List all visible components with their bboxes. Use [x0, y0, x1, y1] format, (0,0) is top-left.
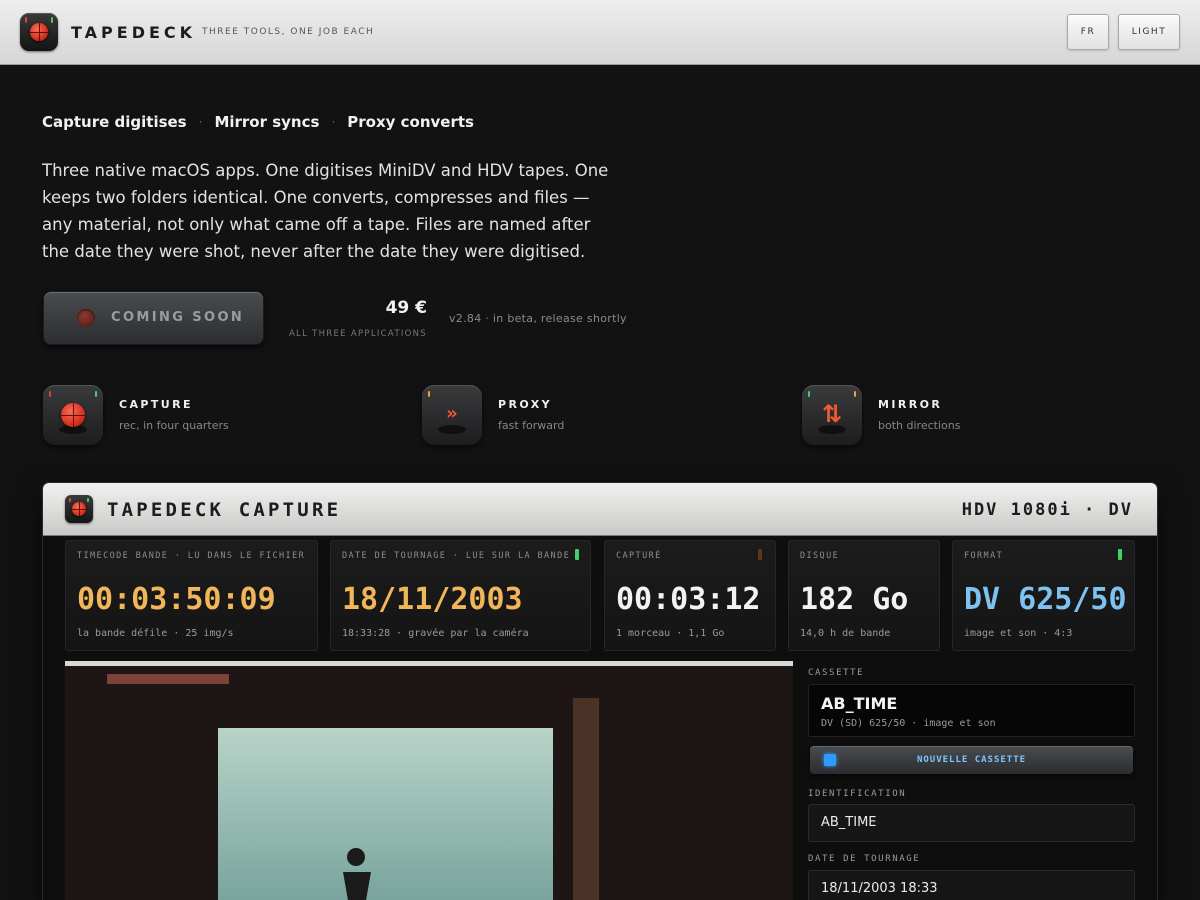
tapedeck-logo-icon[interactable]	[20, 13, 58, 51]
format-value: DV 625/50	[964, 582, 1127, 617]
cassette-info: AB_TIME DV (SD) 625/50 · image et son	[808, 684, 1135, 737]
version-info: v2.84 · in beta, release shortly	[449, 312, 627, 325]
shoot-date-field-value: 18/11/2003 18:33	[821, 881, 938, 896]
panel-label: FORMAT	[964, 551, 1004, 561]
panel-label: DISQUE	[800, 551, 840, 561]
shoot-date-value: 18/11/2003	[342, 582, 523, 617]
nav-item-capture[interactable]: Capture digitises	[42, 113, 187, 131]
separator-dot: ·	[331, 115, 336, 129]
red-led-icon	[69, 498, 71, 502]
green-led-icon	[575, 549, 579, 560]
nav-item-proxy[interactable]: Proxy converts	[347, 113, 474, 131]
app-name: PROXY	[498, 398, 552, 411]
red-led-icon	[49, 391, 51, 397]
coming-soon-label: COMING SOON	[111, 310, 245, 325]
panel-label: CAPTURÉ	[616, 551, 662, 561]
panel-sub: 1 morceau · 1,1 Go	[616, 628, 725, 639]
intro-paragraph: Three native macOS apps. One digitises M…	[42, 161, 609, 261]
capture-app-icon	[43, 385, 103, 445]
app-description: rec, in four quarters	[119, 419, 229, 432]
green-led-icon	[808, 391, 810, 397]
green-led-icon	[95, 391, 97, 397]
brand-tagline: THREE TOOLS, ONE JOB EACH	[202, 27, 375, 37]
green-led-icon	[51, 17, 53, 23]
mirror-app-icon: ⇅	[802, 385, 862, 445]
capture-logo-icon	[65, 495, 93, 523]
price-note: ALL THREE APPLICATIONS	[288, 329, 427, 339]
language-button[interactable]: FR	[1067, 14, 1109, 50]
window-format: HDV 1080i · DV	[961, 500, 1133, 520]
record-reticle-icon	[72, 502, 86, 516]
separator-dot: ·	[198, 115, 203, 129]
app-name: MIRROR	[878, 398, 943, 411]
orange-led-icon	[428, 391, 430, 397]
identification-field[interactable]: AB_TIME	[808, 804, 1135, 842]
orange-led-icon	[854, 391, 856, 397]
panel-sub: 14,0 h de bande	[800, 628, 891, 639]
shoot-date-field[interactable]: 18/11/2003 18:33	[808, 870, 1135, 900]
theme-toggle-button[interactable]: LIGHT	[1118, 14, 1180, 50]
app-name: CAPTURE	[119, 398, 193, 411]
video-frame-illustration	[107, 674, 599, 900]
red-led-icon	[25, 17, 27, 23]
panel-sub: la bande défile · 25 img/s	[77, 628, 234, 639]
captured-panel: CAPTURÉ 00:03:12 1 morceau · 1,1 Go	[604, 540, 776, 651]
proxy-app-icon: »	[422, 385, 482, 445]
panel-label: TIMECODE BANDE · LU DANS LE FICHIER	[77, 551, 306, 561]
panel-sub: 18:33:28 · gravée par la caméra	[342, 628, 529, 639]
cassette-meta: DV (SD) 625/50 · image et son	[821, 718, 996, 729]
capture-app-window: TAPEDECK CAPTURE HDV 1080i · DV TIMECODE…	[43, 483, 1157, 900]
format-panel: FORMAT DV 625/50 image et son · 4:3	[952, 540, 1135, 651]
new-cassette-button[interactable]: NOUVELLE CASSETTE	[810, 746, 1133, 774]
identification-label: IDENTIFICATION	[808, 789, 907, 799]
amber-led-icon	[758, 549, 762, 560]
brand-name[interactable]: TAPEDECK	[71, 23, 196, 42]
window-title: TAPEDECK CAPTURE	[107, 499, 342, 521]
captured-value: 00:03:12	[616, 582, 761, 617]
disk-panel: DISQUE 182 Go 14,0 h de bande	[788, 540, 940, 651]
cassette-name: AB_TIME	[821, 694, 898, 713]
app-description: both directions	[878, 419, 961, 432]
record-reticle-icon	[61, 403, 85, 427]
identification-value: AB_TIME	[821, 815, 877, 830]
app-proxy[interactable]: » PROXY fast forward	[422, 385, 722, 445]
product-summary-nav: Capture digitises · Mirror syncs · Proxy…	[42, 112, 474, 132]
cassette-label: CASSETTE	[808, 668, 865, 678]
timecode-panel: TIMECODE BANDE · LU DANS LE FICHIER 00:0…	[65, 540, 318, 651]
record-reticle-icon	[30, 23, 48, 41]
app-mirror[interactable]: ⇅ MIRROR both directions	[802, 385, 1102, 445]
top-bar: TAPEDECK THREE TOOLS, ONE JOB EACH FR LI…	[0, 0, 1200, 65]
icon-shadow	[438, 425, 466, 434]
panel-label: DATE DE TOURNAGE · LUE SUR LA BANDE	[342, 551, 571, 561]
green-led-icon	[1118, 549, 1122, 560]
green-led-icon	[87, 498, 89, 502]
record-led-icon	[77, 309, 95, 327]
nav-item-mirror[interactable]: Mirror syncs	[214, 113, 319, 131]
video-preview	[65, 661, 793, 900]
fast-forward-icon: »	[446, 403, 458, 424]
timecode-value: 00:03:50:09	[77, 582, 276, 617]
two-way-arrows-icon: ⇅	[821, 400, 843, 428]
window-title-bar: TAPEDECK CAPTURE HDV 1080i · DV	[43, 483, 1157, 536]
price: 49 €	[385, 298, 427, 318]
new-cassette-label: NOUVELLE CASSETTE	[916, 755, 1027, 765]
app-description: fast forward	[498, 419, 565, 432]
shoot-date-panel: DATE DE TOURNAGE · LUE SUR LA BANDE 18/1…	[330, 540, 591, 651]
app-capture[interactable]: CAPTURE rec, in four quarters	[43, 385, 343, 445]
disk-value: 182 Go	[800, 582, 909, 617]
shoot-date-label: DATE DE TOURNAGE	[808, 854, 921, 864]
panel-sub: image et son · 4:3	[964, 628, 1073, 639]
